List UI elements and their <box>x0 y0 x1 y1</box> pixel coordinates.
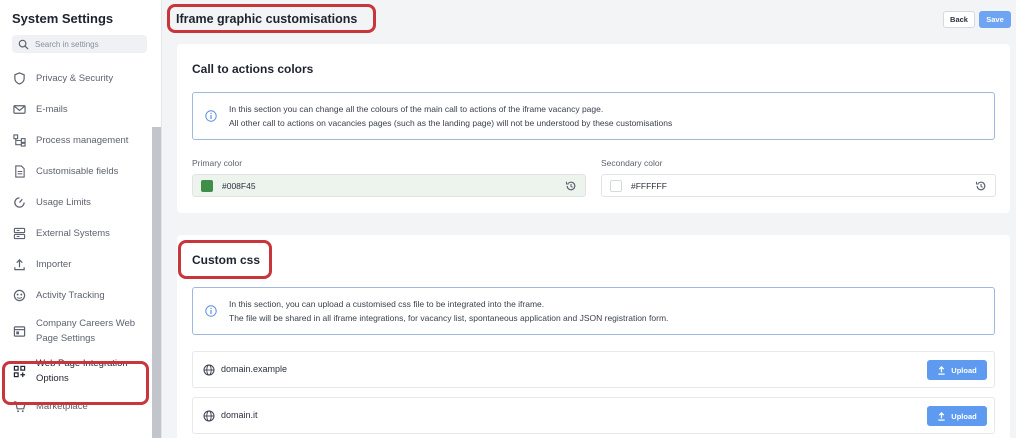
search-placeholder: Search in settings <box>35 39 99 49</box>
settings-search-input[interactable]: Search in settings <box>12 35 147 53</box>
gauge-icon <box>12 196 26 210</box>
primary-color-value: #008F45 <box>222 180 256 191</box>
sidebar-item-usage-limits[interactable]: Usage Limits <box>0 187 152 218</box>
history-reset-icon[interactable] <box>565 180 577 192</box>
sidebar-title: System Settings <box>12 11 114 26</box>
domain-name: domain.it <box>221 410 258 420</box>
cta-info-line-2: All other call to actions on vacancies p… <box>229 117 673 128</box>
upload-button[interactable]: Upload <box>927 406 987 426</box>
sidebar-item-customisable-fields[interactable]: Customisable fields <box>0 156 152 187</box>
primary-color-label: Primary color <box>192 158 243 168</box>
sidebar-item-activity-tracking[interactable]: Activity Tracking <box>0 280 152 311</box>
back-button[interactable]: Back <box>943 11 975 28</box>
sidebar-item-label: Customisable fields <box>36 166 119 177</box>
info-icon <box>205 305 217 317</box>
cart-icon <box>12 400 26 414</box>
page-title: Iframe graphic customisations <box>176 12 358 26</box>
custom-css-card: Custom css In this section, you can uplo… <box>177 235 1010 438</box>
history-reset-icon[interactable] <box>975 180 987 192</box>
sidebar-item-importer[interactable]: Importer <box>0 249 152 280</box>
domain-row: domain.it Upload <box>192 397 995 434</box>
secondary-color-label: Secondary color <box>601 158 663 168</box>
sidebar-item-emails[interactable]: E-mails <box>0 94 152 125</box>
info-icon <box>205 110 217 122</box>
sidebar-item-label: Activity Tracking <box>36 290 105 301</box>
server-icon <box>12 227 26 241</box>
domain-row: domain.example Upload <box>192 351 995 388</box>
webpage-icon <box>12 324 26 338</box>
tracking-icon <box>12 289 26 303</box>
css-info-line-2: The file will be shared in all iframe in… <box>229 312 669 323</box>
cta-colors-title: Call to actions colors <box>192 62 314 76</box>
document-icon <box>12 165 26 179</box>
css-info-box: In this section, you can upload a custom… <box>192 287 995 335</box>
upload-button[interactable]: Upload <box>927 360 987 380</box>
cta-info-box: In this section you can change all the c… <box>192 92 995 140</box>
sidebar-item-label: Privacy & Security <box>36 73 114 84</box>
sidebar-item-label: Usage Limits <box>36 197 91 208</box>
sidebar-item-label: E-mails <box>36 104 68 115</box>
process-icon <box>12 134 26 148</box>
sidebar-nav: Privacy & Security E-mails Process manag… <box>0 63 152 422</box>
sidebar-item-label: Web Page Integration Options <box>36 358 128 384</box>
sidebar-item-company-careers[interactable]: Company Careers Web Page Settings <box>0 311 152 351</box>
sidebar-scrollbar[interactable] <box>152 127 161 438</box>
secondary-color-value: #FFFFFF <box>631 180 667 191</box>
custom-css-highlight <box>178 240 272 279</box>
cta-info-line-1: In this section you can change all the c… <box>229 104 604 114</box>
sidebar-item-web-page-integration[interactable]: Web Page Integration Options <box>0 351 152 391</box>
sidebar-item-privacy-security[interactable]: Privacy & Security <box>0 63 152 94</box>
upload-icon <box>938 411 945 421</box>
secondary-color-swatch[interactable] <box>610 179 622 192</box>
globe-icon <box>203 364 215 376</box>
sidebar-item-label: Marketplace <box>36 401 88 412</box>
upload-icon <box>938 365 945 375</box>
sidebar: System Settings Search in settings Priva… <box>0 0 162 438</box>
sidebar-item-process-management[interactable]: Process management <box>0 125 152 156</box>
globe-icon <box>203 410 215 422</box>
shield-icon <box>12 72 26 86</box>
sidebar-item-external-systems[interactable]: External Systems <box>0 218 152 249</box>
sidebar-item-label: External Systems <box>36 228 110 239</box>
cta-colors-card: Call to actions colors In this section y… <box>177 44 1010 213</box>
secondary-color-field[interactable]: #FFFFFF <box>601 174 996 197</box>
css-info-line-1: In this section, you can upload a custom… <box>229 299 545 309</box>
upload-label: Upload <box>951 365 977 375</box>
primary-color-swatch[interactable] <box>201 179 213 192</box>
search-icon <box>18 39 29 50</box>
upload-icon <box>12 258 26 272</box>
sidebar-item-label: Process management <box>36 135 129 146</box>
sidebar-item-label: Importer <box>36 259 72 270</box>
save-button[interactable]: Save <box>979 11 1011 28</box>
domain-name: domain.example <box>221 364 288 374</box>
primary-color-field[interactable]: #008F45 <box>192 174 586 197</box>
upload-label: Upload <box>951 411 977 421</box>
grid-plus-icon <box>12 364 26 378</box>
sidebar-item-marketplace[interactable]: Marketplace <box>0 391 152 422</box>
mail-icon <box>12 103 26 117</box>
sidebar-item-label: Company Careers Web Page Settings <box>36 318 136 344</box>
